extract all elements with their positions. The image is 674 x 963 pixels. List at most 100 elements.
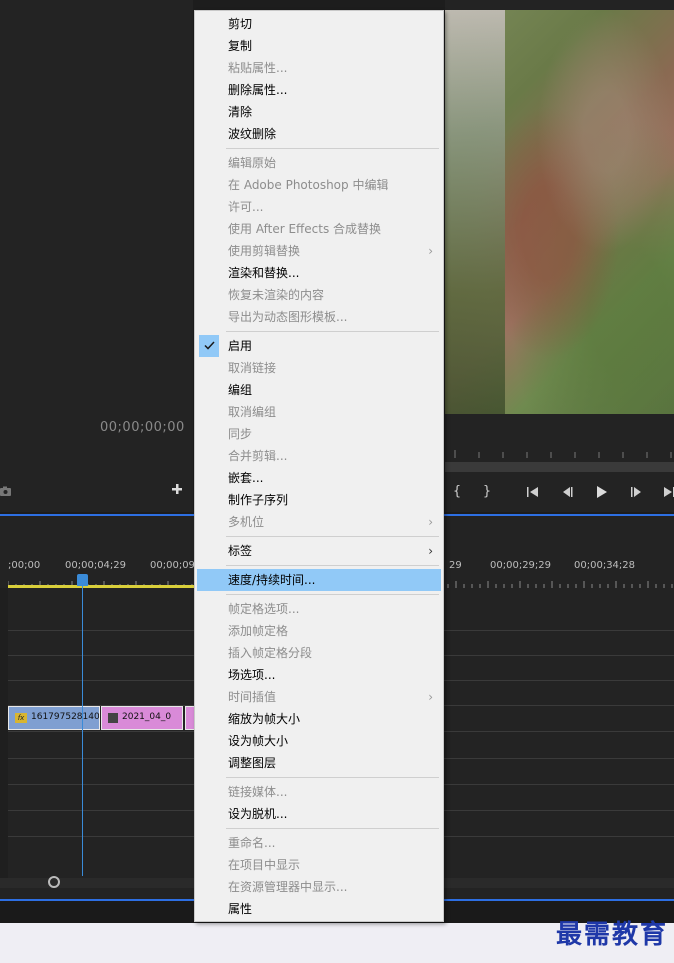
timeline-clip[interactable]: 2021_04_0 bbox=[101, 706, 183, 730]
menu-item-license[interactable]: 许可... bbox=[197, 196, 441, 218]
menu-item-replace-with-ae[interactable]: 使用 After Effects 合成替换 bbox=[197, 218, 441, 240]
menu-item-label: 渲染和替换... bbox=[228, 266, 300, 280]
mark-out-icon[interactable]: } bbox=[475, 480, 499, 504]
menu-item-label: 取消链接 bbox=[228, 361, 277, 375]
menu-item-reveal-in-explorer[interactable]: 在资源管理器中显示... bbox=[197, 876, 441, 898]
menu-item-speed-duration[interactable]: 速度/持续时间... bbox=[197, 569, 441, 591]
menu-item-label: 编辑原始 bbox=[228, 156, 277, 170]
menu-item-label: 插入帧定格分段 bbox=[228, 646, 313, 660]
ruler-time-label: ;00;00 bbox=[8, 560, 41, 571]
zoom-scroll-handle[interactable] bbox=[48, 876, 60, 888]
menu-item-copy[interactable]: 复制 bbox=[197, 35, 441, 57]
menu-item-edit-in-photoshop[interactable]: 在 Adobe Photoshop 中编辑 bbox=[197, 174, 441, 196]
menu-item-replace-with-clip[interactable]: 使用剪辑替换 › bbox=[197, 240, 441, 262]
menu-item-label: 速度/持续时间... bbox=[228, 573, 316, 587]
menu-item-label: 使用剪辑替换 bbox=[228, 244, 301, 258]
menu-item-label: 属性 bbox=[228, 902, 253, 916]
menu-item-scale-to-frame-size[interactable]: 缩放为帧大小 bbox=[197, 708, 441, 730]
menu-item-enable[interactable]: 启用 bbox=[197, 335, 441, 357]
menu-item-insert-frame-hold-segment[interactable]: 插入帧定格分段 bbox=[197, 642, 441, 664]
menu-item-ungroup[interactable]: 取消编组 bbox=[197, 401, 441, 423]
menu-item-properties[interactable]: 属性 bbox=[197, 898, 441, 920]
clip-media-icon bbox=[108, 713, 118, 723]
menu-item-make-offline[interactable]: 设为脱机... bbox=[197, 803, 441, 825]
clip-context-menu: 剪切 复制 粘贴属性... 删除属性... 清除 波纹删除 编辑原始 在 Ado… bbox=[194, 10, 444, 922]
menu-item-remove-attributes[interactable]: 删除属性... bbox=[197, 79, 441, 101]
menu-separator bbox=[226, 565, 439, 566]
menu-separator bbox=[226, 148, 439, 149]
menu-item-set-to-frame-size[interactable]: 设为帧大小 bbox=[197, 730, 441, 752]
menu-item-label: 标签 bbox=[228, 544, 253, 558]
menu-item-unlink[interactable]: 取消链接 bbox=[197, 357, 441, 379]
menu-item-label: 导出为动态图形模板... bbox=[228, 310, 348, 324]
step-back-icon[interactable] bbox=[555, 480, 579, 504]
menu-item-synchronize[interactable]: 同步 bbox=[197, 423, 441, 445]
clip-label: 2021_04_0 bbox=[122, 712, 172, 722]
ruler-time-label: 29 bbox=[449, 560, 462, 571]
menu-item-make-subsequence[interactable]: 制作子序列 bbox=[197, 489, 441, 511]
menu-item-merge-clips[interactable]: 合并剪辑... bbox=[197, 445, 441, 467]
timeline-clip[interactable]: fx 161797528140 bbox=[8, 706, 100, 730]
menu-item-frame-hold-options[interactable]: 帧定格选项... bbox=[197, 598, 441, 620]
go-to-in-icon[interactable] bbox=[521, 480, 545, 504]
menu-item-field-options[interactable]: 场选项... bbox=[197, 664, 441, 686]
menu-item-reveal-in-project[interactable]: 在项目中显示 bbox=[197, 854, 441, 876]
menu-item-label: 链接媒体... bbox=[228, 785, 288, 799]
menu-item-clear[interactable]: 清除 bbox=[197, 101, 441, 123]
menu-item-label: 在项目中显示 bbox=[228, 858, 301, 872]
menu-item-restore-unrendered[interactable]: 恢复未渲染的内容 bbox=[197, 284, 441, 306]
menu-item-label-color[interactable]: 标签 › bbox=[197, 540, 441, 562]
menu-item-label: 删除属性... bbox=[228, 83, 288, 97]
menu-item-label: 重命名... bbox=[228, 836, 276, 850]
menu-item-nest[interactable]: 嵌套... bbox=[197, 467, 441, 489]
submenu-arrow-icon: › bbox=[428, 515, 433, 529]
menu-item-label: 制作子序列 bbox=[228, 493, 289, 507]
menu-item-label: 许可... bbox=[228, 200, 264, 214]
ruler-time-label: 00;00;09 bbox=[150, 560, 195, 571]
menu-item-ripple-delete[interactable]: 波纹删除 bbox=[197, 123, 441, 145]
menu-item-label: 编组 bbox=[228, 383, 253, 397]
menu-item-paste-attributes[interactable]: 粘贴属性... bbox=[197, 57, 441, 79]
menu-item-rename[interactable]: 重命名... bbox=[197, 832, 441, 854]
menu-item-group[interactable]: 编组 bbox=[197, 379, 441, 401]
menu-item-cut[interactable]: 剪切 bbox=[197, 13, 441, 35]
menu-item-label: 在 Adobe Photoshop 中编辑 bbox=[228, 178, 389, 192]
work-area-bar[interactable] bbox=[8, 585, 194, 588]
menu-item-link-media[interactable]: 链接媒体... bbox=[197, 781, 441, 803]
menu-item-label: 清除 bbox=[228, 105, 253, 119]
menu-item-label: 恢复未渲染的内容 bbox=[228, 288, 325, 302]
menu-item-adjustment-layer[interactable]: 调整图层 bbox=[197, 752, 441, 774]
menu-item-time-interpolation[interactable]: 时间插值 › bbox=[197, 686, 441, 708]
program-playbar[interactable] bbox=[445, 462, 674, 472]
menu-item-label: 场选项... bbox=[228, 668, 276, 682]
go-to-out-icon[interactable] bbox=[657, 480, 674, 504]
menu-item-export-mogrt[interactable]: 导出为动态图形模板... bbox=[197, 306, 441, 328]
menu-item-label: 剪切 bbox=[228, 17, 253, 31]
menu-item-label: 设为脱机... bbox=[228, 807, 288, 821]
menu-item-label: 嵌套... bbox=[228, 471, 264, 485]
program-video-frame bbox=[445, 10, 674, 414]
menu-item-label: 同步 bbox=[228, 427, 253, 441]
menu-item-label: 合并剪辑... bbox=[228, 449, 288, 463]
camera-icon[interactable] bbox=[0, 485, 12, 497]
menu-item-multi-camera[interactable]: 多机位 › bbox=[197, 511, 441, 533]
menu-separator bbox=[226, 777, 439, 778]
menu-item-label: 添加帧定格 bbox=[228, 624, 289, 638]
menu-item-add-frame-hold[interactable]: 添加帧定格 bbox=[197, 620, 441, 642]
transport-controls: { } bbox=[445, 480, 674, 504]
step-forward-icon[interactable] bbox=[625, 480, 649, 504]
menu-item-label: 取消编组 bbox=[228, 405, 277, 419]
menu-item-edit-original[interactable]: 编辑原始 bbox=[197, 152, 441, 174]
play-icon[interactable] bbox=[589, 480, 613, 504]
playhead-handle[interactable] bbox=[77, 574, 88, 586]
submenu-arrow-icon: › bbox=[428, 244, 433, 258]
menu-item-render-and-replace[interactable]: 渲染和替换... bbox=[197, 262, 441, 284]
menu-item-label: 调整图层 bbox=[228, 756, 277, 770]
mark-in-icon[interactable]: { bbox=[445, 480, 469, 504]
program-ruler[interactable] bbox=[445, 440, 674, 460]
add-button[interactable] bbox=[170, 482, 184, 496]
menu-item-label: 粘贴属性... bbox=[228, 61, 288, 75]
menu-separator bbox=[226, 331, 439, 332]
playhead-line bbox=[82, 586, 83, 876]
submenu-arrow-icon: › bbox=[428, 690, 433, 704]
